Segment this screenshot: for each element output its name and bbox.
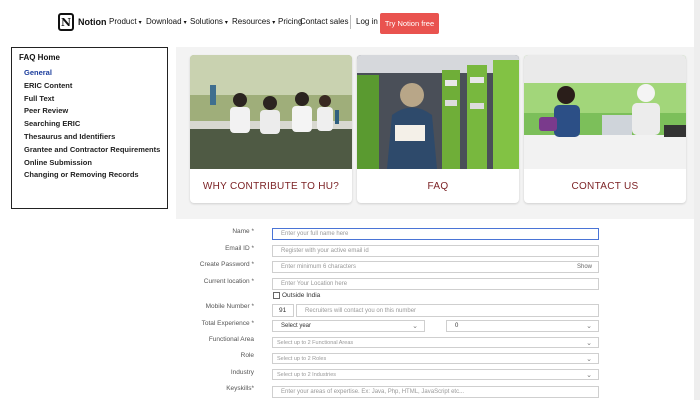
location-placeholder: Enter Your Location here (281, 281, 348, 287)
nav-pricing[interactable]: Pricing (278, 17, 302, 26)
faq-item-general[interactable]: General (24, 68, 164, 78)
faq-item-searching-eric[interactable]: Searching ERIC (24, 119, 164, 129)
nav-download-label: Download (146, 17, 182, 26)
experience-months-value: 0 (455, 323, 459, 329)
keyskills-field[interactable]: Enter your areas of expertise. Ex: Java,… (272, 386, 599, 398)
email-label: Email ID * (225, 245, 254, 252)
study-photo (524, 55, 686, 169)
contact-sales-link[interactable]: Contact sales (300, 17, 348, 26)
notion-logo-icon: N (58, 13, 74, 31)
nav-resources[interactable]: Resources ▾ (232, 17, 275, 26)
faq-list: General ERIC Content Full Text Peer Revi… (24, 68, 164, 183)
card-label: FAQ (427, 180, 449, 192)
experience-label: Total Experience * (201, 320, 254, 327)
chevron-down-icon: ⌄ (586, 323, 592, 330)
chevron-down-icon: ▾ (183, 20, 187, 26)
experience-years-select[interactable]: Select year ⌄ (272, 320, 425, 332)
chevron-down-icon: ⌄ (586, 340, 592, 347)
country-code-field[interactable]: 91 (272, 304, 294, 317)
faq-item-thesaurus[interactable]: Thesaurus and Identifiers (24, 132, 164, 142)
role-placeholder: Select up to 2 Roles (277, 355, 327, 362)
location-field[interactable]: Enter Your Location here (272, 278, 599, 290)
faq-item-online-submission[interactable]: Online Submission (24, 158, 164, 168)
logo-text: Notion (78, 17, 107, 27)
functional-area-label: Functional Area (208, 336, 254, 343)
outside-india-option[interactable]: Outside India (273, 292, 320, 299)
page-scrollbar[interactable] (694, 0, 700, 400)
nav-product[interactable]: Product ▾ (109, 17, 142, 26)
nav-download[interactable]: Download ▾ (146, 17, 187, 26)
role-label: Role (240, 352, 254, 359)
nav-product-label: Product (109, 17, 137, 26)
password-field[interactable]: Enter minimum 6 characters Show (272, 261, 599, 273)
chevron-down-icon: ▾ (224, 20, 228, 26)
mobile-field[interactable]: Recruiters will contact you on this numb… (296, 304, 599, 317)
faq-item-eric-content[interactable]: ERIC Content (24, 81, 164, 91)
chevron-down-icon: ⌄ (412, 323, 418, 330)
experience-years-value: Select year (281, 323, 312, 329)
card-why-contribute[interactable]: WHY CONTRIBUTE TO HU? (190, 55, 352, 203)
faq-item-grantee[interactable]: Grantee and Contractor Requirements (24, 145, 164, 155)
nav-pricing-label: Pricing (278, 17, 303, 26)
top-navigation: N Notion Product ▾ Download ▾ Solutions ▾ R… (0, 0, 700, 46)
card-contact-us[interactable]: CONTACT US (524, 55, 686, 203)
password-label: Create Password * (199, 261, 254, 268)
experience-months-select[interactable]: 0 ⌄ (446, 320, 599, 332)
functional-area-select[interactable]: Select up to 2 Functional Areas ⌄ (272, 337, 599, 348)
name-placeholder: Enter your full name here (281, 231, 349, 237)
faq-item-full-text[interactable]: Full Text (24, 94, 164, 104)
functional-area-placeholder: Select up to 2 Functional Areas (277, 339, 354, 346)
chevron-down-icon: ▾ (272, 20, 276, 26)
card-faq[interactable]: FAQ (357, 55, 519, 203)
show-password-toggle[interactable]: Show (577, 264, 592, 270)
chevron-down-icon: ⌄ (586, 356, 592, 363)
library-photo (357, 55, 519, 169)
keyskills-label: Keyskills* (226, 385, 254, 392)
name-label: Name * (232, 228, 254, 235)
nav-solutions[interactable]: Solutions ▾ (190, 17, 228, 26)
faq-item-changing-records[interactable]: Changing or Removing Records (24, 170, 164, 180)
outside-india-checkbox[interactable] (273, 292, 280, 299)
industry-select[interactable]: Select up to 2 Industries ⌄ (272, 369, 599, 380)
faq-panel: FAQ Home General ERIC Content Full Text … (11, 47, 168, 209)
lab-photo (190, 55, 352, 169)
mobile-placeholder: Recruiters will contact you on this numb… (305, 307, 417, 314)
nav-resources-label: Resources (232, 17, 271, 26)
chevron-down-icon: ⌄ (586, 372, 592, 379)
industry-label: Industry (230, 369, 254, 376)
login-link[interactable]: Log in (356, 17, 378, 26)
chevron-down-icon: ▾ (138, 20, 142, 26)
notion-logo[interactable]: N Notion (58, 13, 107, 31)
email-field[interactable]: Register with your active email id (272, 245, 599, 257)
industry-placeholder: Select up to 2 Industries (277, 371, 337, 378)
location-label: Current location * (203, 278, 254, 285)
keyskills-placeholder: Enter your areas of expertise. Ex: Java,… (281, 389, 465, 395)
faq-home-link[interactable]: FAQ Home (19, 53, 60, 62)
try-notion-free-button[interactable]: Try Notion free (380, 13, 439, 34)
faq-item-peer-review[interactable]: Peer Review (24, 106, 164, 116)
nav-divider (350, 15, 351, 29)
email-placeholder: Register with your active email id (281, 248, 369, 254)
name-field[interactable]: Enter your full name here (272, 228, 599, 240)
nav-solutions-label: Solutions (190, 17, 223, 26)
password-placeholder: Enter minimum 6 characters (281, 264, 357, 270)
card-label: WHY CONTRIBUTE TO HU? (202, 180, 340, 192)
card-label: CONTACT US (571, 180, 639, 192)
role-select[interactable]: Select up to 2 Roles ⌄ (272, 353, 599, 364)
mobile-label: Mobile Number * (205, 303, 254, 310)
outside-india-label: Outside India (282, 292, 321, 299)
